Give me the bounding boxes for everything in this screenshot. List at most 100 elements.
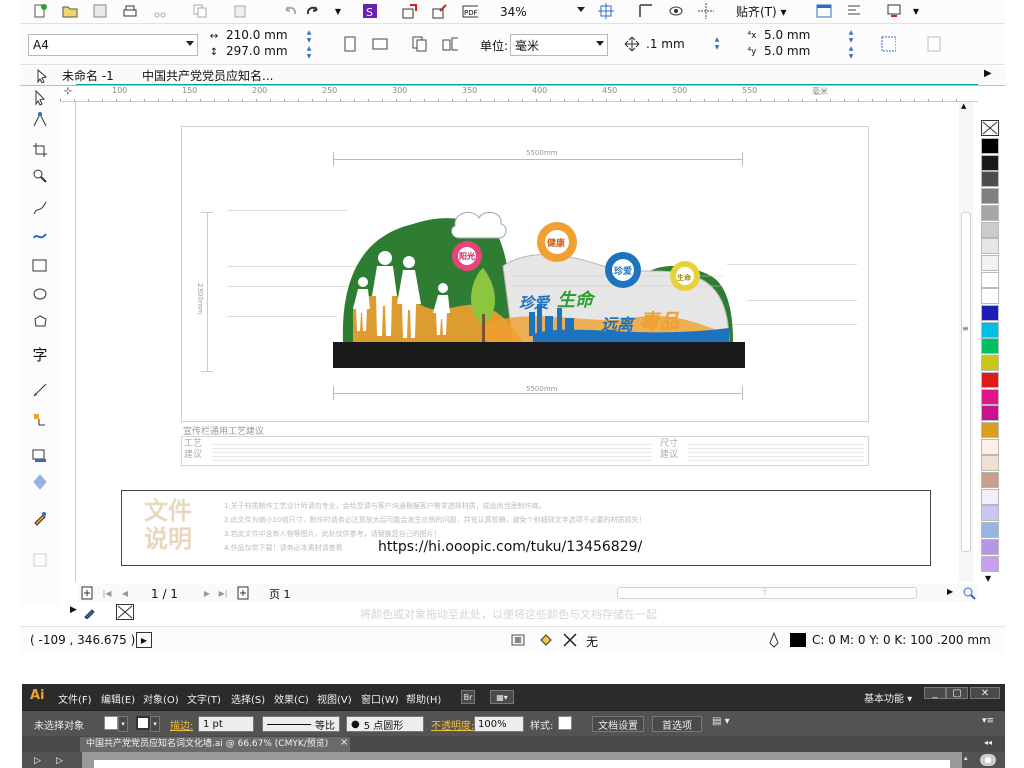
color-swatch[interactable]: [981, 204, 999, 221]
vertical-scrollbar[interactable]: ≡ ▲: [959, 102, 973, 582]
first-page-icon[interactable]: |◀: [99, 585, 115, 601]
ai-selection-tool-icon[interactable]: ▷: [34, 756, 41, 766]
ai-minimize-button[interactable]: _: [924, 687, 946, 699]
doc-palette-none-swatch[interactable]: [116, 604, 134, 620]
color-swatch[interactable]: [981, 288, 999, 305]
vertical-ruler[interactable]: [60, 102, 76, 582]
color-swatch[interactable]: [981, 538, 999, 555]
ellipse-tool[interactable]: [28, 282, 52, 306]
ai-menu-select[interactable]: 选择(S): [231, 691, 265, 706]
page-tab-1[interactable]: 页 1: [269, 586, 291, 602]
view-options-icon[interactable]: [668, 3, 684, 19]
freehand-tool[interactable]: [28, 196, 52, 220]
color-swatch[interactable]: [981, 421, 999, 438]
import-icon[interactable]: [402, 3, 418, 19]
nudge-distance-field[interactable]: .1 mm: [646, 37, 716, 51]
color-swatch[interactable]: [981, 371, 999, 388]
ai-color-panel-icon[interactable]: [980, 754, 996, 766]
units-dropdown[interactable]: 毫米: [510, 34, 608, 56]
copy-icon[interactable]: [192, 3, 208, 19]
ai-style-swatch[interactable]: [558, 716, 572, 730]
add-page-after-icon[interactable]: [235, 585, 251, 601]
horizontal-scrollbar[interactable]: [617, 587, 917, 599]
current-page-icon[interactable]: [442, 36, 458, 52]
ai-workspace-switcher[interactable]: 基本功能 ▾: [864, 690, 912, 705]
doc-palette-expand-icon[interactable]: ▶: [70, 605, 77, 615]
open-folder-icon[interactable]: [62, 3, 78, 19]
polygon-tool[interactable]: [28, 310, 52, 334]
color-swatch[interactable]: [981, 188, 999, 205]
page-width-field[interactable]: 210.0 mm: [226, 28, 316, 44]
color-swatch[interactable]: [981, 338, 999, 355]
ai-bridge-button[interactable]: Br: [461, 690, 475, 704]
page-border-icon[interactable]: [880, 36, 896, 52]
redo-icon[interactable]: [306, 3, 322, 19]
all-pages-icon[interactable]: [412, 36, 428, 52]
smart-fill-tool[interactable]: [28, 224, 52, 248]
color-swatch[interactable]: [981, 472, 999, 488]
publish-pdf-icon[interactable]: PDF: [462, 3, 478, 19]
connector-tool[interactable]: [28, 408, 52, 432]
interactive-fill-tool[interactable]: [28, 548, 52, 572]
color-swatch[interactable]: [981, 405, 999, 422]
corel-connect-icon[interactable]: S: [362, 3, 378, 19]
new-document-icon[interactable]: [32, 3, 48, 19]
ai-direct-selection-tool-icon[interactable]: ▷: [56, 756, 63, 766]
doc-palette-eyedropper-icon[interactable]: [82, 604, 98, 620]
color-swatch[interactable]: [981, 522, 999, 539]
guidelines-icon[interactable]: [698, 3, 714, 19]
zoom-tool[interactable]: [28, 164, 52, 188]
save-icon[interactable]: [92, 3, 108, 19]
ai-document-settings-button[interactable]: 文档设置: [592, 716, 644, 732]
rulers-toggle-icon[interactable]: [638, 3, 654, 19]
snap-to-dropdown[interactable]: 贴齐(T) ▾: [736, 3, 787, 20]
next-page-icon[interactable]: ▶: [199, 585, 215, 601]
ai-preferences-button[interactable]: 首选项: [652, 716, 702, 732]
ai-panel-collapse-icon[interactable]: ◂◂: [984, 738, 992, 747]
crop-tool[interactable]: [28, 138, 52, 162]
drawing-canvas[interactable]: 5500mm 5500mm 2300mm 阳光 健康 珍爱 生命 珍爱 生命 远…: [77, 102, 977, 582]
undo-icon[interactable]: [282, 3, 298, 19]
portrait-icon[interactable]: [342, 36, 358, 52]
ai-menu-effect[interactable]: 效果(C): [274, 691, 309, 706]
add-page-before-icon[interactable]: [79, 585, 95, 601]
duplicate-y-spinner[interactable]: ▲ ▼: [846, 45, 856, 63]
color-swatch[interactable]: [981, 305, 999, 321]
prev-page-icon[interactable]: ◀: [117, 585, 133, 601]
tab-party-doc[interactable]: 中国共产党党员应知名...: [142, 67, 273, 84]
height-spinner[interactable]: ▲ ▼: [304, 45, 314, 63]
nudge-spinner[interactable]: ▲ ▼: [712, 36, 722, 54]
eyedropper-tool[interactable]: [28, 506, 52, 530]
ai-document-tab-close[interactable]: ×: [340, 737, 348, 748]
last-page-icon[interactable]: ▶|: [215, 585, 231, 601]
color-swatch[interactable]: [981, 254, 999, 271]
file-notes-box[interactable]: 文件说明 1.关于材质制作工艺设计师请勿专业，会给您请与客户沟通根据客户需求选择…: [121, 490, 931, 566]
duplicate-y-field[interactable]: 5.0 mm: [764, 44, 844, 58]
ai-close-button[interactable]: ✕: [970, 687, 1000, 699]
ai-stroke-dropdown[interactable]: ▾: [150, 716, 160, 732]
ai-stroke-swatch[interactable]: [136, 716, 150, 730]
rectangle-tool[interactable]: [28, 254, 52, 278]
no-color-swatch[interactable]: [981, 120, 999, 136]
ai-menu-file[interactable]: 文件(F): [58, 691, 92, 706]
ai-artboard-area[interactable]: [82, 752, 962, 768]
tab-untitled[interactable]: 未命名 -1: [62, 67, 114, 84]
ai-line-style-dropdown[interactable]: 等比: [262, 716, 340, 732]
transparency-tool[interactable]: [28, 470, 52, 494]
full-screen-icon[interactable]: [598, 3, 614, 19]
ai-menu-object[interactable]: 对象(O): [143, 691, 179, 706]
drop-shadow-tool[interactable]: [28, 444, 52, 468]
ai-menu-edit[interactable]: 编辑(E): [101, 691, 135, 706]
zoom-level-dropdown[interactable]: 34%: [496, 1, 588, 23]
color-swatch[interactable]: [981, 271, 999, 288]
shape-tool[interactable]: [28, 108, 52, 132]
tab-scroll-right-icon[interactable]: ▶: [984, 68, 992, 79]
color-swatch[interactable]: [981, 154, 999, 171]
status-play-icon[interactable]: ▶: [136, 632, 152, 648]
color-swatch[interactable]: [981, 505, 999, 522]
billboard-design[interactable]: 阳光 健康 珍爱 生命 珍爱 生命 远离 毒品: [333, 196, 745, 368]
ai-fill-swatch[interactable]: [104, 716, 118, 730]
file-notes-url[interactable]: https://hi.ooopic.com/tuku/13456829/: [378, 539, 642, 555]
landscape-icon[interactable]: [372, 36, 388, 52]
pick-tool-icon[interactable]: [34, 68, 50, 84]
